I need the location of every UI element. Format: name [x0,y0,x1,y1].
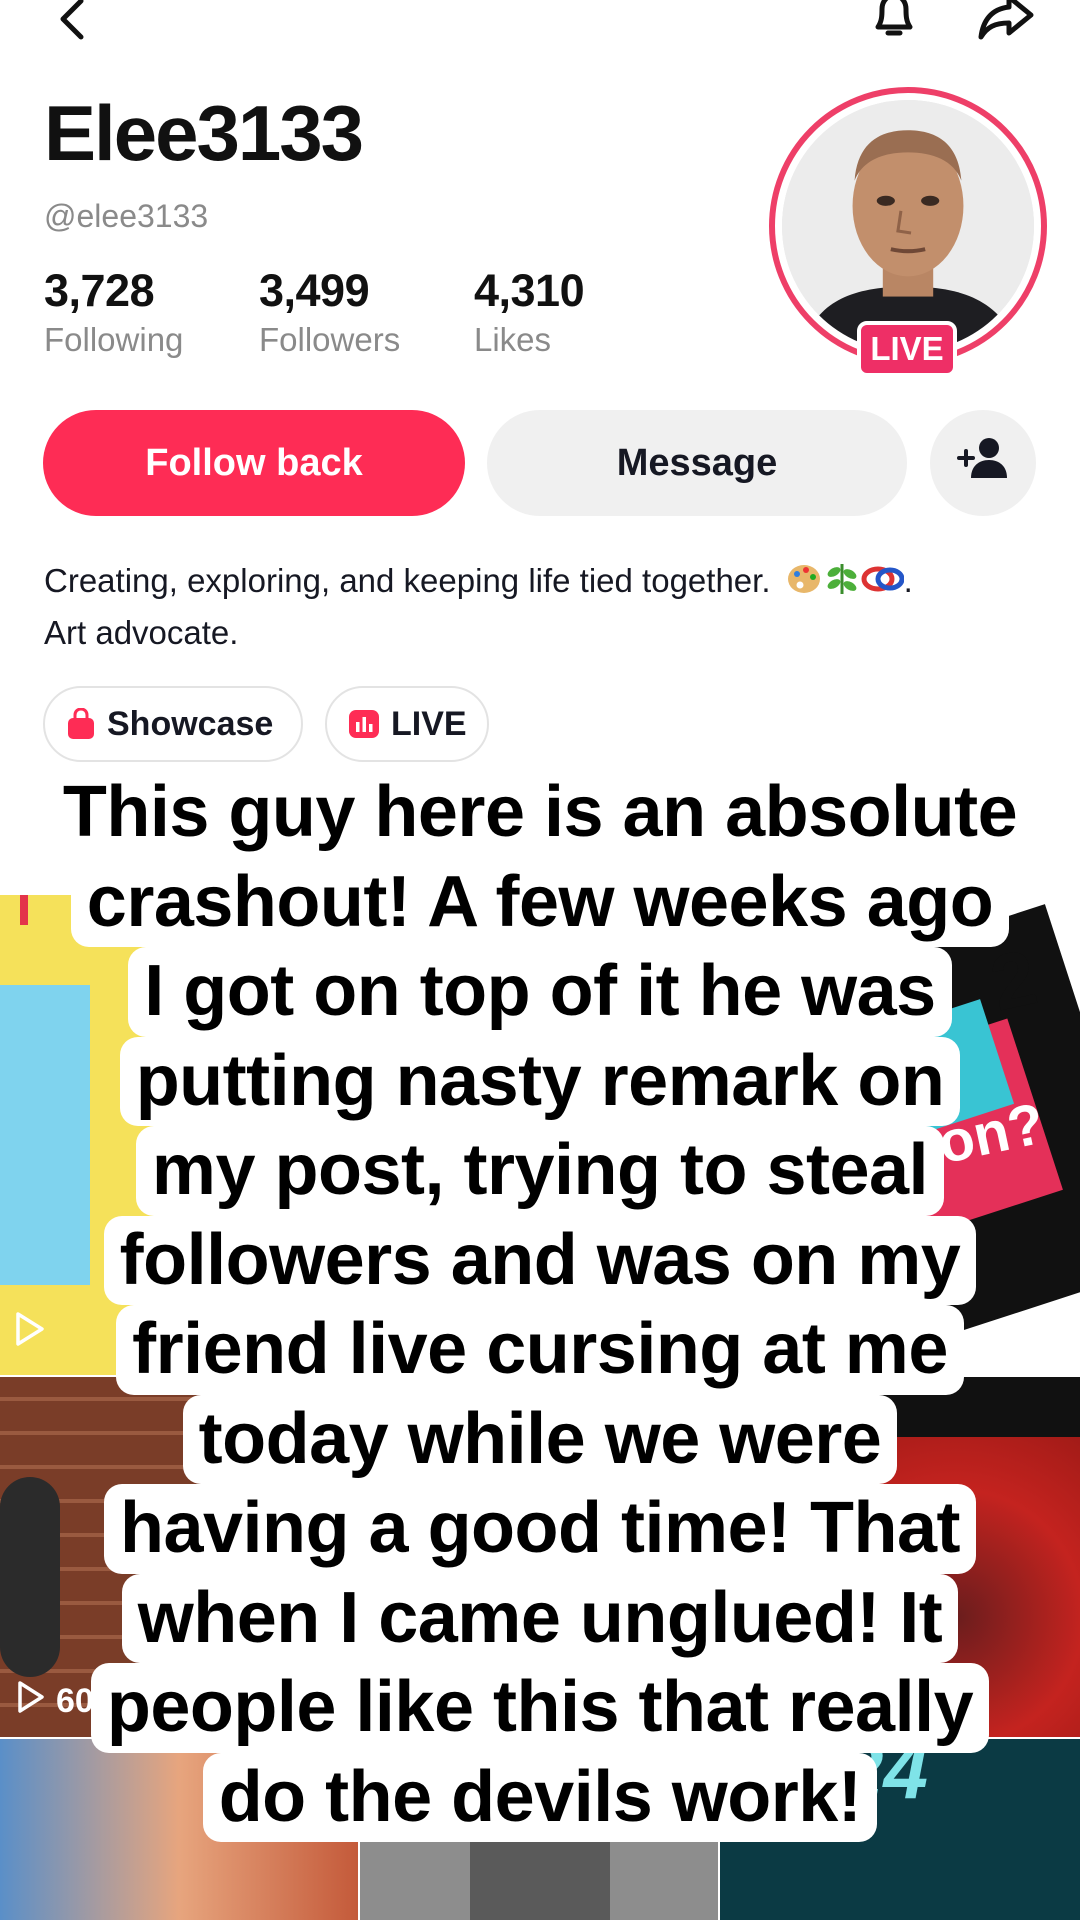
showcase-chip[interactable]: Showcase [43,686,303,762]
overlay-line-row: I got on top of it he was [0,947,1080,1037]
display-name: Elee3133 [44,89,364,177]
overlay-line-row: today while we were [0,1394,1080,1484]
overlay-line-row: people like this that really [0,1663,1080,1753]
overlay-line: followers and was on my [103,1215,977,1305]
overlay-line: today while we were [182,1394,898,1484]
overlay-line-row: followers and was on my [0,1215,1080,1305]
bio: Creating, exploring, and keeping life ti… [44,558,1034,656]
stat-value: 3,499 [259,265,370,316]
add-friend-icon [957,436,1009,490]
overlay-line: crashout! A few weeks ago [70,857,1010,947]
back-icon[interactable] [50,0,94,44]
overlay-line-row: putting nasty remark on [0,1036,1080,1126]
bell-icon[interactable] [866,0,922,44]
bio-line-1-end: . [903,562,913,599]
stat-label: Likes [474,321,552,358]
live-label: LIVE [391,704,467,743]
overlay-line: putting nasty remark on [119,1036,961,1126]
shopping-bag-icon [67,708,95,740]
showcase-label: Showcase [107,704,274,743]
stat-label: Followers [259,321,401,358]
live-badge[interactable]: LIVE [857,321,957,377]
stat-following[interactable]: 3,728 Following [44,268,183,359]
share-icon[interactable] [976,0,1036,44]
knot-icon [861,566,905,592]
overlay-line: my post, trying to steal [135,1126,945,1216]
add-friend-button[interactable] [930,410,1036,516]
overlay-line-row: my post, trying to steal [0,1126,1080,1216]
stat-followers[interactable]: 3,499 Followers [259,268,400,359]
overlay-line: do the devils work! [202,1752,878,1842]
overlay-line: people like this that really [90,1663,990,1753]
overlay-caption: This guy here is an absolute crashout! A … [0,768,1080,1842]
stat-value: 3,728 [44,265,155,316]
overlay-line-row: do the devils work! [0,1752,1080,1842]
overlay-line: when I came unglued! It [121,1573,959,1663]
message-button[interactable]: Message [487,410,907,516]
overlay-line: having a good time! That [103,1484,976,1574]
overlay-line-row: friend live cursing at me [0,1305,1080,1395]
overlay-line-row: when I came unglued! It [0,1573,1080,1663]
palette-icon [787,565,820,593]
bio-emojis [786,560,905,610]
live-chip[interactable]: LIVE [325,686,489,762]
overlay-line: This guy here is an absolute [46,768,1034,858]
overlay-line: I got on top of it he was [128,947,952,1037]
stat-likes[interactable]: 4,310 Likes [474,265,585,359]
top-bar [0,0,1080,50]
overlay-line: friend live cursing at me [116,1305,964,1395]
stat-value: 4,310 [474,265,585,316]
stat-label: Following [44,321,184,358]
bio-line-1: Creating, exploring, and keeping life ti… [44,562,771,599]
avatar-image [782,100,1034,352]
overlay-line-row: crashout! A few weeks ago [0,857,1080,947]
live-bars-icon [349,710,379,738]
username-handle: @elee3133 [44,198,209,234]
herb-icon [827,564,857,594]
bio-line-2: Art advocate. [44,614,239,651]
overlay-line-row: This guy here is an absolute [0,768,1080,858]
overlay-line-row: having a good time! That [0,1484,1080,1574]
follow-back-button[interactable]: Follow back [43,410,465,516]
